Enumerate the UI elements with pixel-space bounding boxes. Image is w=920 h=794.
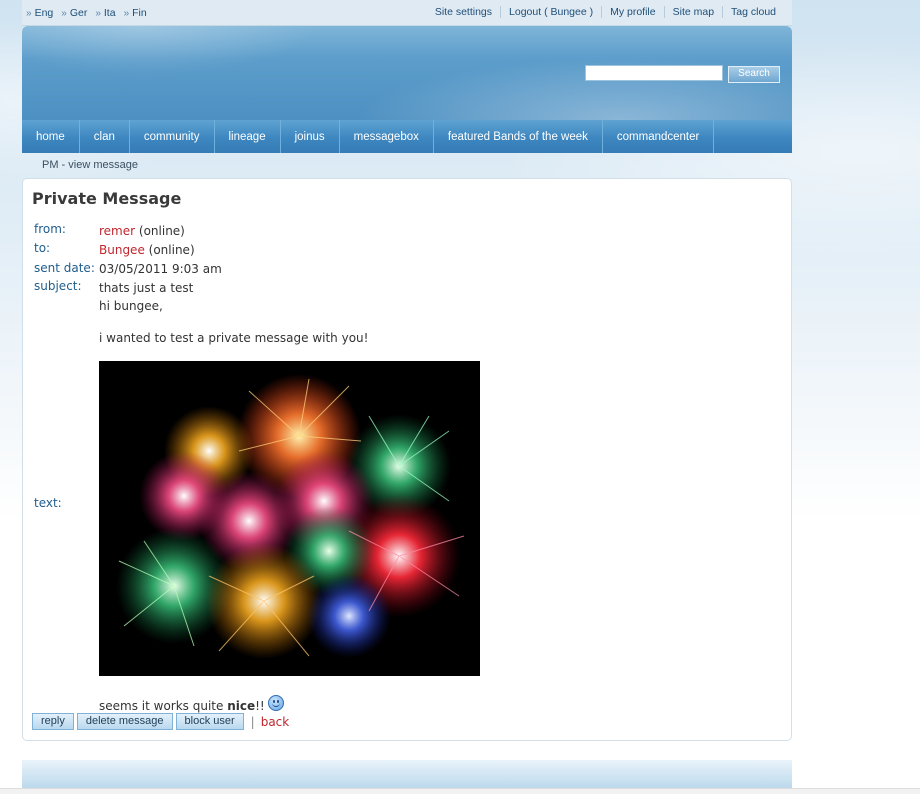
to-label: to: — [34, 241, 51, 255]
top-bar: » Eng » Ger » Ita » Fin Site settings Logout… — [22, 0, 792, 26]
user-links: Site settings Logout ( Bungee ) My profi… — [427, 6, 784, 18]
to-value: Bungee (online) — [99, 243, 195, 257]
to-user-link[interactable]: Bungee — [99, 243, 145, 257]
language-ita[interactable]: » Ita — [95, 7, 115, 19]
message-panel: Private Message from: remer (online) to:… — [22, 178, 792, 741]
window-bottom-edge — [0, 788, 920, 794]
message-body-line: i wanted to test a private message with … — [99, 331, 369, 345]
site-settings-link[interactable]: Site settings — [427, 6, 500, 18]
nav-home[interactable]: home — [22, 120, 80, 153]
nav-lineage[interactable]: lineage — [215, 120, 281, 153]
nav-commandcenter[interactable]: commandcenter — [603, 120, 715, 153]
from-status: (online) — [138, 224, 185, 238]
message-closing: seems it works quite nice!! — [99, 695, 284, 713]
footer-band — [22, 760, 792, 788]
double-chevron-right-icon: » — [61, 7, 67, 19]
site-map-link[interactable]: Site map — [663, 6, 722, 18]
site-header: Search — [22, 26, 792, 120]
logout-link[interactable]: Logout ( Bungee ) — [500, 6, 601, 18]
nav-community[interactable]: community — [130, 120, 215, 153]
language-fin[interactable]: » Fin — [124, 7, 147, 19]
nav-clan[interactable]: clan — [80, 120, 130, 153]
search-input[interactable] — [585, 65, 723, 81]
smiley-icon — [267, 695, 284, 711]
from-user-link[interactable]: remer — [99, 224, 135, 238]
delete-message-button[interactable]: delete message — [76, 713, 173, 730]
text-label: text: — [34, 496, 62, 510]
page-title: Private Message — [32, 189, 182, 208]
block-user-button[interactable]: block user — [175, 713, 244, 730]
double-chevron-right-icon: » — [26, 7, 32, 19]
subject-value: thats just a test — [99, 281, 194, 295]
language-switcher: » Eng » Ger » Ita » Fin — [26, 7, 147, 19]
nav-messagebox[interactable]: messagebox — [340, 120, 434, 153]
double-chevron-right-icon: » — [95, 7, 101, 19]
language-eng[interactable]: » Eng — [26, 7, 53, 19]
main-nav: home clan community lineage joinus messa… — [22, 120, 792, 153]
reply-button[interactable]: reply — [32, 713, 74, 730]
language-ger[interactable]: » Ger — [61, 7, 87, 19]
sent-date-label: sent date: — [34, 261, 95, 275]
breadcrumb: PM - view message — [42, 159, 138, 171]
from-label: from: — [34, 222, 66, 236]
double-chevron-right-icon: » — [123, 7, 130, 19]
message-greeting: hi bungee, — [99, 299, 163, 313]
nav-joinus[interactable]: joinus — [281, 120, 340, 153]
my-profile-link[interactable]: My profile — [601, 6, 664, 18]
subject-label: subject: — [34, 279, 82, 293]
bold-text: nice — [227, 699, 256, 713]
fireworks-image — [99, 361, 480, 676]
message-actions: reply delete message block user | back — [32, 713, 289, 730]
fireworks-graphic — [116, 374, 465, 659]
to-status: (online) — [148, 243, 195, 257]
from-value: remer (online) — [99, 224, 185, 238]
sent-date-value: 03/05/2011 9:03 am — [99, 262, 222, 276]
separator: | — [250, 714, 255, 729]
back-link[interactable]: back — [261, 715, 290, 729]
search-button[interactable]: Search — [728, 66, 780, 83]
tag-cloud-link[interactable]: Tag cloud — [722, 6, 784, 18]
nav-featured-bands[interactable]: featured Bands of the week — [434, 120, 603, 153]
